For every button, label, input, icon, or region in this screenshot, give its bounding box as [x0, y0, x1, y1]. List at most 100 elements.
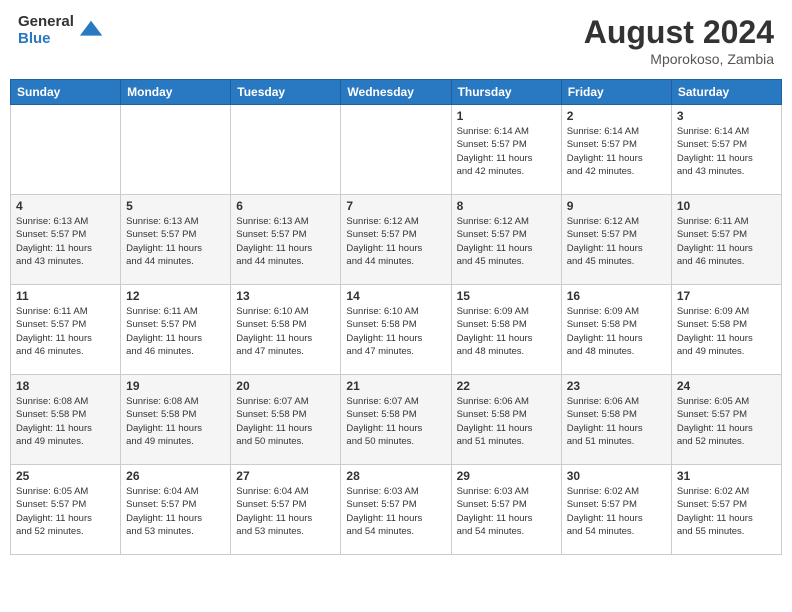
day-number: 11: [16, 289, 115, 303]
day-number: 21: [346, 379, 445, 393]
day-info: Sunrise: 6:12 AM Sunset: 5:57 PM Dayligh…: [457, 215, 556, 268]
day-number: 1: [457, 109, 556, 123]
day-info: Sunrise: 6:05 AM Sunset: 5:57 PM Dayligh…: [677, 395, 776, 448]
day-info: Sunrise: 6:07 AM Sunset: 5:58 PM Dayligh…: [236, 395, 335, 448]
day-number: 23: [567, 379, 666, 393]
day-info: Sunrise: 6:14 AM Sunset: 5:57 PM Dayligh…: [677, 125, 776, 178]
day-info: Sunrise: 6:03 AM Sunset: 5:57 PM Dayligh…: [346, 485, 445, 538]
day-number: 13: [236, 289, 335, 303]
day-number: 29: [457, 469, 556, 483]
calendar-cell: 21 Sunrise: 6:07 AM Sunset: 5:58 PM Dayli…: [341, 375, 451, 465]
day-number: 5: [126, 199, 225, 213]
weekday-header-saturday: Saturday: [671, 80, 781, 105]
day-info: Sunrise: 6:04 AM Sunset: 5:57 PM Dayligh…: [236, 485, 335, 538]
day-number: 7: [346, 199, 445, 213]
weekday-header-thursday: Thursday: [451, 80, 561, 105]
day-number: 9: [567, 199, 666, 213]
day-number: 26: [126, 469, 225, 483]
day-number: 16: [567, 289, 666, 303]
day-info: Sunrise: 6:08 AM Sunset: 5:58 PM Dayligh…: [16, 395, 115, 448]
calendar-cell: 25Sunrise: 6:05 AM Sunset: 5:57 PM Dayli…: [11, 465, 121, 555]
calendar-cell: 26 Sunrise: 6:04 AM Sunset: 5:57 PM Dayli…: [121, 465, 231, 555]
calendar-cell: 5 Sunrise: 6:13 AM Sunset: 5:57 PM Daylig…: [121, 195, 231, 285]
calendar-cell: [341, 105, 451, 195]
week-row-4: 18 Sunrise: 6:08 AM Sunset: 5:58 PM Dayli…: [11, 375, 782, 465]
calendar-cell: 11 Sunrise: 6:11 AM Sunset: 5:57 PM Dayli…: [11, 285, 121, 375]
calendar-cell: [231, 105, 341, 195]
logo: General Blue: [18, 14, 106, 47]
title-block: August 2024 Mporokoso, Zambia: [584, 14, 774, 67]
logo-icon: [78, 17, 106, 45]
calendar-cell: 24 Sunrise: 6:05 AM Sunset: 5:57 PM Dayli…: [671, 375, 781, 465]
day-number: 24: [677, 379, 776, 393]
day-info: Sunrise: 6:07 AM Sunset: 5:58 PM Dayligh…: [346, 395, 445, 448]
day-info: Sunrise: 6:06 AM Sunset: 5:58 PM Dayligh…: [457, 395, 556, 448]
calendar-cell: 1Sunrise: 6:14 AM Sunset: 5:57 PM Daylig…: [451, 105, 561, 195]
day-info: Sunrise: 6:10 AM Sunset: 5:58 PM Dayligh…: [346, 305, 445, 358]
day-info: Sunrise: 6:08 AM Sunset: 5:58 PM Dayligh…: [126, 395, 225, 448]
logo-line2: Blue: [18, 31, 74, 48]
day-info: Sunrise: 6:10 AM Sunset: 5:58 PM Dayligh…: [236, 305, 335, 358]
calendar-table: SundayMondayTuesdayWednesdayThursdayFrid…: [10, 79, 782, 555]
weekday-header-monday: Monday: [121, 80, 231, 105]
calendar-cell: 27 Sunrise: 6:04 AM Sunset: 5:57 PM Dayli…: [231, 465, 341, 555]
day-number: 31: [677, 469, 776, 483]
location: Mporokoso, Zambia: [584, 51, 774, 67]
day-number: 19: [126, 379, 225, 393]
calendar-cell: 8Sunrise: 6:12 AM Sunset: 5:57 PM Daylig…: [451, 195, 561, 285]
page-header: General Blue August 2024 Mporokoso, Zamb…: [10, 10, 782, 71]
day-info: Sunrise: 6:04 AM Sunset: 5:57 PM Dayligh…: [126, 485, 225, 538]
calendar-cell: 16 Sunrise: 6:09 AM Sunset: 5:58 PM Dayli…: [561, 285, 671, 375]
day-info: Sunrise: 6:11 AM Sunset: 5:57 PM Dayligh…: [677, 215, 776, 268]
day-info: Sunrise: 6:12 AM Sunset: 5:57 PM Dayligh…: [346, 215, 445, 268]
day-info: Sunrise: 6:05 AM Sunset: 5:57 PM Dayligh…: [16, 485, 115, 538]
day-info: Sunrise: 6:13 AM Sunset: 5:57 PM Dayligh…: [126, 215, 225, 268]
calendar-cell: 13 Sunrise: 6:10 AM Sunset: 5:58 PM Dayli…: [231, 285, 341, 375]
weekday-header-wednesday: Wednesday: [341, 80, 451, 105]
calendar-cell: 17Sunrise: 6:09 AM Sunset: 5:58 PM Dayli…: [671, 285, 781, 375]
day-info: Sunrise: 6:12 AM Sunset: 5:57 PM Dayligh…: [567, 215, 666, 268]
day-info: Sunrise: 6:02 AM Sunset: 5:57 PM Dayligh…: [677, 485, 776, 538]
day-number: 27: [236, 469, 335, 483]
calendar-cell: 2 Sunrise: 6:14 AM Sunset: 5:57 PM Daylig…: [561, 105, 671, 195]
weekday-header-sunday: Sunday: [11, 80, 121, 105]
day-number: 3: [677, 109, 776, 123]
day-info: Sunrise: 6:09 AM Sunset: 5:58 PM Dayligh…: [457, 305, 556, 358]
day-number: 20: [236, 379, 335, 393]
logo-line1: General: [18, 14, 74, 31]
calendar-cell: 6 Sunrise: 6:13 AM Sunset: 5:57 PM Daylig…: [231, 195, 341, 285]
calendar-cell: 12 Sunrise: 6:11 AM Sunset: 5:57 PM Dayli…: [121, 285, 231, 375]
calendar-cell: 15 Sunrise: 6:09 AM Sunset: 5:58 PM Dayli…: [451, 285, 561, 375]
calendar-cell: 31 Sunrise: 6:02 AM Sunset: 5:57 PM Dayli…: [671, 465, 781, 555]
day-info: Sunrise: 6:09 AM Sunset: 5:58 PM Dayligh…: [567, 305, 666, 358]
calendar-cell: 9 Sunrise: 6:12 AM Sunset: 5:57 PM Daylig…: [561, 195, 671, 285]
week-row-5: 25Sunrise: 6:05 AM Sunset: 5:57 PM Dayli…: [11, 465, 782, 555]
day-number: 12: [126, 289, 225, 303]
day-info: Sunrise: 6:14 AM Sunset: 5:57 PM Dayligh…: [567, 125, 666, 178]
calendar-cell: 4Sunrise: 6:13 AM Sunset: 5:57 PM Daylig…: [11, 195, 121, 285]
logo-text: General Blue: [18, 14, 74, 47]
day-info: Sunrise: 6:02 AM Sunset: 5:57 PM Dayligh…: [567, 485, 666, 538]
day-number: 6: [236, 199, 335, 213]
day-number: 15: [457, 289, 556, 303]
weekday-header-tuesday: Tuesday: [231, 80, 341, 105]
day-number: 18: [16, 379, 115, 393]
day-number: 10: [677, 199, 776, 213]
day-number: 17: [677, 289, 776, 303]
calendar-cell: 22Sunrise: 6:06 AM Sunset: 5:58 PM Dayli…: [451, 375, 561, 465]
calendar-cell: 23Sunrise: 6:06 AM Sunset: 5:58 PM Dayli…: [561, 375, 671, 465]
day-info: Sunrise: 6:13 AM Sunset: 5:57 PM Dayligh…: [16, 215, 115, 268]
calendar-cell: 14Sunrise: 6:10 AM Sunset: 5:58 PM Dayli…: [341, 285, 451, 375]
day-number: 2: [567, 109, 666, 123]
calendar-cell: 20 Sunrise: 6:07 AM Sunset: 5:58 PM Dayli…: [231, 375, 341, 465]
day-info: Sunrise: 6:11 AM Sunset: 5:57 PM Dayligh…: [16, 305, 115, 358]
calendar-cell: 28Sunrise: 6:03 AM Sunset: 5:57 PM Dayli…: [341, 465, 451, 555]
calendar-cell: 7 Sunrise: 6:12 AM Sunset: 5:57 PM Daylig…: [341, 195, 451, 285]
calendar-cell: 18 Sunrise: 6:08 AM Sunset: 5:58 PM Dayli…: [11, 375, 121, 465]
day-info: Sunrise: 6:11 AM Sunset: 5:57 PM Dayligh…: [126, 305, 225, 358]
week-row-3: 11 Sunrise: 6:11 AM Sunset: 5:57 PM Dayli…: [11, 285, 782, 375]
day-number: 30: [567, 469, 666, 483]
weekday-header-friday: Friday: [561, 80, 671, 105]
day-info: Sunrise: 6:13 AM Sunset: 5:57 PM Dayligh…: [236, 215, 335, 268]
month-year: August 2024: [584, 14, 774, 51]
